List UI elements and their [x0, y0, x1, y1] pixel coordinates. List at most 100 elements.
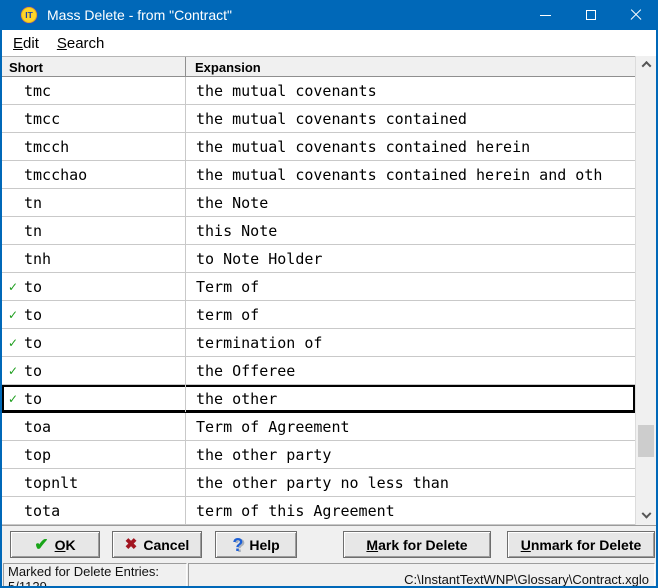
close-button[interactable] — [613, 0, 658, 30]
table-row[interactable]: tmcch the mutual covenants contained her… — [2, 133, 635, 161]
menu-bar: Edit Search — [2, 30, 656, 56]
table-row[interactable]: ✓to the Offeree — [2, 357, 635, 385]
expansion-cell: to Note Holder — [186, 245, 635, 272]
short-text: tmc — [24, 82, 51, 100]
expansion-text: to Note Holder — [196, 250, 322, 268]
expansion-text: Term of Agreement — [196, 418, 350, 436]
expansion-text: the mutual covenants contained herein — [196, 138, 530, 156]
expansion-text: the other — [196, 390, 277, 408]
expansion-text: the mutual covenants — [196, 82, 377, 100]
scrollbar-track[interactable] — [636, 73, 656, 508]
chevron-up-icon — [641, 61, 651, 71]
short-cell: tota — [2, 497, 186, 524]
table-row[interactable]: ✓to term of — [2, 301, 635, 329]
button-bar: ✔ OK ✖ Cancel ? Help Mark for Delete Unm… — [2, 525, 656, 562]
short-text: tota — [24, 502, 60, 520]
scroll-down-button[interactable] — [636, 508, 656, 525]
close-icon — [629, 8, 643, 22]
chevron-down-icon — [641, 509, 651, 519]
expansion-text: this Note — [196, 222, 277, 240]
table-header: Short Expansion — [2, 56, 635, 77]
table-row[interactable]: tota term of this Agreement — [2, 497, 635, 525]
row-marked-check-icon: ✓ — [8, 364, 24, 378]
table-row[interactable]: topnlt the other party no less than — [2, 469, 635, 497]
short-text: to — [24, 334, 42, 352]
scroll-up-button[interactable] — [636, 56, 656, 73]
status-marked-count: Marked for Delete Entries: 5/1129 — [3, 563, 187, 588]
table-row[interactable]: ✓to Term of — [2, 273, 635, 301]
mark-for-delete-button[interactable]: Mark for Delete — [343, 531, 491, 558]
row-marked-check-icon: ✓ — [8, 392, 24, 406]
column-header-expansion: Expansion — [186, 57, 635, 76]
expansion-cell: the Note — [186, 189, 635, 216]
short-cell: tnh — [2, 245, 186, 272]
expansion-cell: the mutual covenants contained — [186, 105, 635, 132]
table-row[interactable]: top the other party — [2, 441, 635, 469]
expansion-cell: the mutual covenants contained herein an… — [186, 161, 635, 188]
short-cell: tn — [2, 217, 186, 244]
table-row[interactable]: toa Term of Agreement — [2, 413, 635, 441]
expansion-cell: the other party no less than — [186, 469, 635, 496]
table-row[interactable]: tmc the mutual covenants — [2, 77, 635, 105]
expansion-cell: the mutual covenants — [186, 77, 635, 104]
expansion-cell: term of this Agreement — [186, 497, 635, 524]
short-text: toa — [24, 418, 51, 436]
short-cell: tmcchao — [2, 161, 186, 188]
maximize-icon — [586, 10, 596, 20]
table-row[interactable]: tn this Note — [2, 217, 635, 245]
mass-delete-dialog: IT Mass Delete - from "Contract" Edit Se… — [0, 0, 658, 588]
row-marked-check-icon: ✓ — [8, 280, 24, 294]
cancel-button[interactable]: ✖ Cancel — [112, 531, 202, 558]
table-row[interactable]: ✓to termination of — [2, 329, 635, 357]
short-cell: topnlt — [2, 469, 186, 496]
expansion-cell: the mutual covenants contained herein — [186, 133, 635, 160]
app-logo-icon: IT — [20, 6, 38, 24]
expansion-cell: Term of — [186, 273, 635, 300]
expansion-text: the Offeree — [196, 362, 295, 380]
status-bar: Marked for Delete Entries: 5/1129 C:\Ins… — [2, 562, 656, 588]
short-cell: ✓to — [2, 273, 186, 300]
question-mark-icon: ? — [232, 536, 243, 554]
short-text: tn — [24, 194, 42, 212]
short-cell: ✓to — [2, 385, 186, 412]
table-row-selected[interactable]: ✓to the other — [2, 385, 635, 413]
expansion-text: the other party — [196, 446, 331, 464]
short-text: to — [24, 362, 42, 380]
short-text: tmcc — [24, 110, 60, 128]
glossary-table: Short Expansion tmc the mutual covenants… — [2, 56, 656, 525]
short-cell: tmc — [2, 77, 186, 104]
minimize-icon — [540, 15, 551, 16]
short-text: to — [24, 390, 42, 408]
expansion-text: the mutual covenants contained — [196, 110, 467, 128]
minimize-button[interactable] — [523, 0, 568, 30]
row-marked-check-icon: ✓ — [8, 308, 24, 322]
expansion-text: term of — [196, 306, 259, 324]
window-title: Mass Delete - from "Contract" — [47, 7, 523, 23]
table-row[interactable]: tnh to Note Holder — [2, 245, 635, 273]
x-icon: ✖ — [125, 537, 138, 552]
table-row[interactable]: tmcc the mutual covenants contained — [2, 105, 635, 133]
help-button[interactable]: ? Help — [215, 531, 297, 558]
short-cell: toa — [2, 413, 186, 440]
menu-search[interactable]: Search — [48, 32, 114, 55]
short-cell: top — [2, 441, 186, 468]
table-row[interactable]: tn the Note — [2, 189, 635, 217]
short-text: to — [24, 278, 42, 296]
short-cell: ✓to — [2, 329, 186, 356]
short-cell: tn — [2, 189, 186, 216]
expansion-cell: Term of Agreement — [186, 413, 635, 440]
scrollbar-thumb[interactable] — [638, 425, 654, 457]
vertical-scrollbar[interactable] — [635, 56, 656, 525]
expansion-cell: the Offeree — [186, 357, 635, 384]
expansion-text: the Note — [196, 194, 268, 212]
expansion-cell: termination of — [186, 329, 635, 356]
unmark-for-delete-button[interactable]: Unmark for Delete — [507, 531, 655, 558]
menu-edit[interactable]: Edit — [4, 32, 48, 55]
expansion-cell: term of — [186, 301, 635, 328]
maximize-button[interactable] — [568, 0, 613, 30]
expansion-text: Term of — [196, 278, 259, 296]
short-text: to — [24, 306, 42, 324]
table-row[interactable]: tmcchao the mutual covenants contained h… — [2, 161, 635, 189]
expansion-text: the mutual covenants contained herein an… — [196, 166, 602, 184]
ok-button[interactable]: ✔ OK — [10, 531, 100, 558]
